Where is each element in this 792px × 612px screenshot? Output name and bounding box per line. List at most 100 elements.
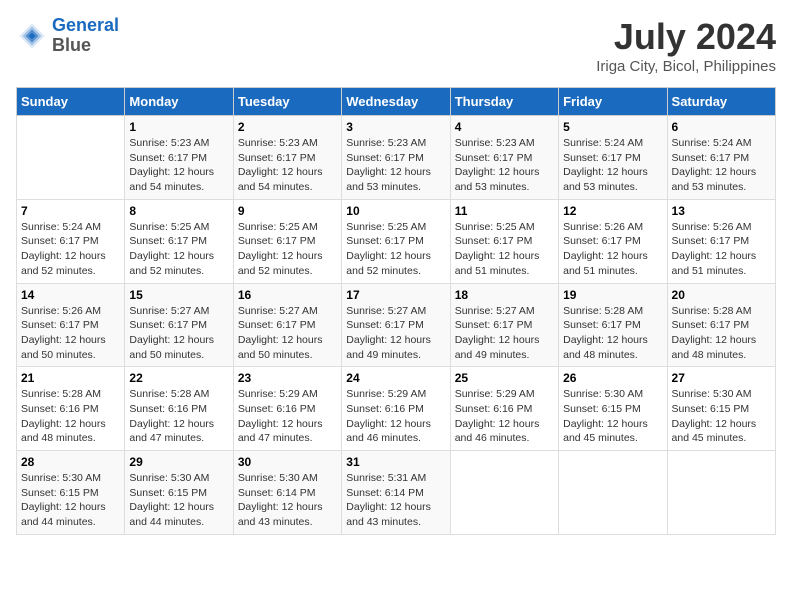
day-info: Sunrise: 5:30 AMSunset: 6:15 PMDaylight:… [21,471,120,530]
calendar-cell [667,451,775,535]
day-number: 1 [129,120,228,134]
day-number: 13 [672,204,771,218]
day-info: Sunrise: 5:27 AMSunset: 6:17 PMDaylight:… [346,304,445,363]
day-number: 22 [129,371,228,385]
day-info: Sunrise: 5:28 AMSunset: 6:17 PMDaylight:… [563,304,662,363]
day-info: Sunrise: 5:29 AMSunset: 6:16 PMDaylight:… [455,387,554,446]
day-info: Sunrise: 5:24 AMSunset: 6:17 PMDaylight:… [563,136,662,195]
calendar-cell: 23 Sunrise: 5:29 AMSunset: 6:16 PMDaylig… [233,367,341,451]
day-number: 25 [455,371,554,385]
day-number: 28 [21,455,120,469]
day-info: Sunrise: 5:28 AMSunset: 6:17 PMDaylight:… [672,304,771,363]
day-info: Sunrise: 5:25 AMSunset: 6:17 PMDaylight:… [238,220,337,279]
calendar-cell: 2 Sunrise: 5:23 AMSunset: 6:17 PMDayligh… [233,116,341,200]
day-number: 2 [238,120,337,134]
day-info: Sunrise: 5:30 AMSunset: 6:15 PMDaylight:… [129,471,228,530]
day-number: 4 [455,120,554,134]
calendar-table: SundayMondayTuesdayWednesdayThursdayFrid… [16,87,776,535]
day-number: 29 [129,455,228,469]
calendar-cell: 11 Sunrise: 5:25 AMSunset: 6:17 PMDaylig… [450,199,558,283]
calendar-cell: 30 Sunrise: 5:30 AMSunset: 6:14 PMDaylig… [233,451,341,535]
calendar-cell: 1 Sunrise: 5:23 AMSunset: 6:17 PMDayligh… [125,116,233,200]
day-number: 12 [563,204,662,218]
calendar-cell: 14 Sunrise: 5:26 AMSunset: 6:17 PMDaylig… [17,283,125,367]
page-subtitle: Iriga City, Bicol, Philippines [596,58,776,75]
day-info: Sunrise: 5:23 AMSunset: 6:17 PMDaylight:… [238,136,337,195]
day-number: 30 [238,455,337,469]
day-info: Sunrise: 5:31 AMSunset: 6:14 PMDaylight:… [346,471,445,530]
day-number: 31 [346,455,445,469]
weekday-header: Wednesday [342,88,450,116]
day-info: Sunrise: 5:28 AMSunset: 6:16 PMDaylight:… [129,387,228,446]
day-number: 8 [129,204,228,218]
calendar-cell: 5 Sunrise: 5:24 AMSunset: 6:17 PMDayligh… [559,116,667,200]
day-number: 10 [346,204,445,218]
day-number: 19 [563,288,662,302]
calendar-cell: 31 Sunrise: 5:31 AMSunset: 6:14 PMDaylig… [342,451,450,535]
day-number: 15 [129,288,228,302]
day-number: 5 [563,120,662,134]
day-number: 3 [346,120,445,134]
calendar-cell: 4 Sunrise: 5:23 AMSunset: 6:17 PMDayligh… [450,116,558,200]
day-number: 11 [455,204,554,218]
day-info: Sunrise: 5:27 AMSunset: 6:17 PMDaylight:… [238,304,337,363]
day-info: Sunrise: 5:29 AMSunset: 6:16 PMDaylight:… [238,387,337,446]
day-info: Sunrise: 5:23 AMSunset: 6:17 PMDaylight:… [129,136,228,195]
day-info: Sunrise: 5:26 AMSunset: 6:17 PMDaylight:… [672,220,771,279]
calendar-cell: 24 Sunrise: 5:29 AMSunset: 6:16 PMDaylig… [342,367,450,451]
day-info: Sunrise: 5:23 AMSunset: 6:17 PMDaylight:… [455,136,554,195]
day-number: 16 [238,288,337,302]
day-number: 27 [672,371,771,385]
day-info: Sunrise: 5:25 AMSunset: 6:17 PMDaylight:… [455,220,554,279]
logo-text: GeneralBlue [52,16,119,56]
calendar-cell: 6 Sunrise: 5:24 AMSunset: 6:17 PMDayligh… [667,116,775,200]
calendar-cell [17,116,125,200]
day-number: 20 [672,288,771,302]
day-number: 7 [21,204,120,218]
day-number: 18 [455,288,554,302]
day-info: Sunrise: 5:24 AMSunset: 6:17 PMDaylight:… [672,136,771,195]
day-info: Sunrise: 5:30 AMSunset: 6:15 PMDaylight:… [672,387,771,446]
calendar-cell: 13 Sunrise: 5:26 AMSunset: 6:17 PMDaylig… [667,199,775,283]
calendar-cell [559,451,667,535]
weekday-header: Saturday [667,88,775,116]
title-block: July 2024 Iriga City, Bicol, Philippines [596,16,776,75]
calendar-cell: 16 Sunrise: 5:27 AMSunset: 6:17 PMDaylig… [233,283,341,367]
day-info: Sunrise: 5:30 AMSunset: 6:14 PMDaylight:… [238,471,337,530]
day-info: Sunrise: 5:25 AMSunset: 6:17 PMDaylight:… [346,220,445,279]
calendar-cell: 7 Sunrise: 5:24 AMSunset: 6:17 PMDayligh… [17,199,125,283]
day-info: Sunrise: 5:29 AMSunset: 6:16 PMDaylight:… [346,387,445,446]
calendar-cell: 19 Sunrise: 5:28 AMSunset: 6:17 PMDaylig… [559,283,667,367]
calendar-cell: 20 Sunrise: 5:28 AMSunset: 6:17 PMDaylig… [667,283,775,367]
day-info: Sunrise: 5:26 AMSunset: 6:17 PMDaylight:… [563,220,662,279]
calendar-cell: 26 Sunrise: 5:30 AMSunset: 6:15 PMDaylig… [559,367,667,451]
day-info: Sunrise: 5:27 AMSunset: 6:17 PMDaylight:… [455,304,554,363]
day-number: 6 [672,120,771,134]
day-info: Sunrise: 5:28 AMSunset: 6:16 PMDaylight:… [21,387,120,446]
calendar-cell: 21 Sunrise: 5:28 AMSunset: 6:16 PMDaylig… [17,367,125,451]
weekday-header: Monday [125,88,233,116]
day-number: 14 [21,288,120,302]
calendar-cell: 8 Sunrise: 5:25 AMSunset: 6:17 PMDayligh… [125,199,233,283]
weekday-header: Thursday [450,88,558,116]
logo: GeneralBlue [16,16,119,56]
page-title: July 2024 [596,16,776,58]
page-header: GeneralBlue July 2024 Iriga City, Bicol,… [16,16,776,75]
day-info: Sunrise: 5:27 AMSunset: 6:17 PMDaylight:… [129,304,228,363]
weekday-header: Friday [559,88,667,116]
calendar-cell: 22 Sunrise: 5:28 AMSunset: 6:16 PMDaylig… [125,367,233,451]
day-number: 23 [238,371,337,385]
day-info: Sunrise: 5:30 AMSunset: 6:15 PMDaylight:… [563,387,662,446]
calendar-cell: 27 Sunrise: 5:30 AMSunset: 6:15 PMDaylig… [667,367,775,451]
day-info: Sunrise: 5:23 AMSunset: 6:17 PMDaylight:… [346,136,445,195]
calendar-cell: 3 Sunrise: 5:23 AMSunset: 6:17 PMDayligh… [342,116,450,200]
calendar-cell: 17 Sunrise: 5:27 AMSunset: 6:17 PMDaylig… [342,283,450,367]
day-info: Sunrise: 5:25 AMSunset: 6:17 PMDaylight:… [129,220,228,279]
day-number: 17 [346,288,445,302]
logo-icon [16,20,48,52]
day-number: 21 [21,371,120,385]
day-number: 26 [563,371,662,385]
calendar-cell: 29 Sunrise: 5:30 AMSunset: 6:15 PMDaylig… [125,451,233,535]
calendar-cell [450,451,558,535]
calendar-cell: 25 Sunrise: 5:29 AMSunset: 6:16 PMDaylig… [450,367,558,451]
